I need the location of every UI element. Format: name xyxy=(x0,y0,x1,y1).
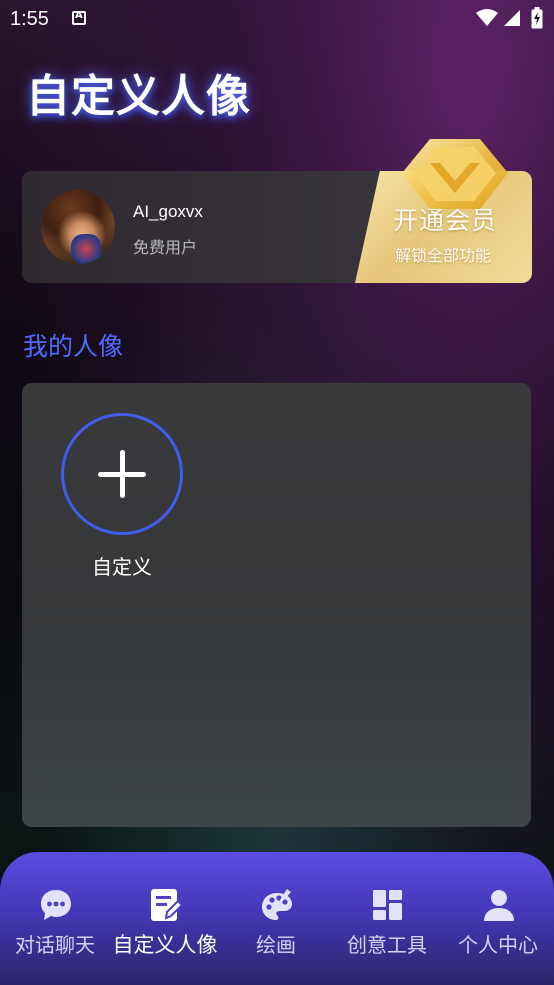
page-title: 自定义人像 xyxy=(26,71,251,122)
nav-item-drawing[interactable]: 绘画 xyxy=(221,852,331,985)
avatar[interactable] xyxy=(41,190,115,264)
dashboard-icon xyxy=(373,890,402,920)
user-type-label: 免费用户 xyxy=(133,238,198,257)
section-heading: 我的人像 xyxy=(23,332,124,361)
status-bar: 1:55 xyxy=(0,0,554,40)
status-time: 1:55 xyxy=(10,8,49,30)
chat-bubble-icon xyxy=(41,890,71,920)
nav-label: 绘画 xyxy=(256,933,296,957)
nav-item-creative-tools[interactable]: 创意工具 xyxy=(332,852,442,985)
nav-label: 自定义人像 xyxy=(112,933,218,957)
battery-charging-icon xyxy=(531,7,543,29)
nav-label: 创意工具 xyxy=(347,933,427,957)
signal-icon xyxy=(504,10,520,26)
palette-icon xyxy=(262,889,292,920)
username: AI_goxvx xyxy=(133,202,203,221)
add-portrait-button[interactable] xyxy=(61,413,183,535)
edit-document-icon xyxy=(151,889,183,921)
nav-label: 个人中心 xyxy=(458,933,538,957)
person-icon xyxy=(484,890,514,921)
wifi-icon xyxy=(476,9,498,26)
bottom-nav: 对话聊天 自定义人像 绘画 创意工具 个人中心 xyxy=(0,852,554,985)
nav-item-chat[interactable]: 对话聊天 xyxy=(0,852,110,985)
vip-subtitle: 解锁全部功能 xyxy=(395,246,492,265)
add-portrait-label: 自定义 xyxy=(92,555,152,579)
vip-crown-icon xyxy=(402,139,508,209)
nav-label: 对话聊天 xyxy=(15,933,95,957)
nav-item-profile[interactable]: 个人中心 xyxy=(443,852,553,985)
nav-item-custom-portrait[interactable]: 自定义人像 xyxy=(110,852,220,985)
notification-a-icon xyxy=(72,10,86,25)
